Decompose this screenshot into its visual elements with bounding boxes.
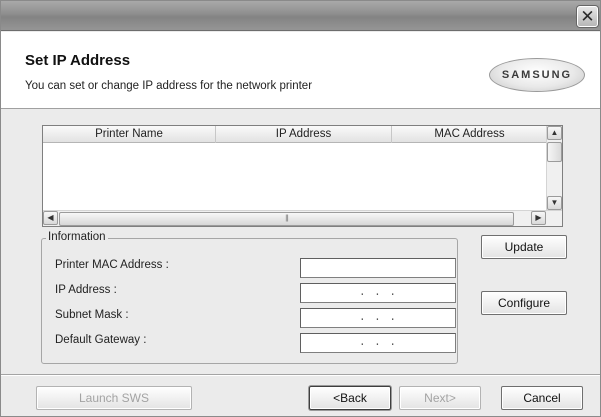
set-ip-address-dialog: ✕ Set IP Address You can set or change I… <box>0 0 601 417</box>
vertical-scroll-thumb[interactable] <box>547 142 562 162</box>
subnet-mask-label: Subnet Mask : <box>55 309 129 321</box>
vertical-scrollbar[interactable]: ▲ ▼ <box>546 126 562 211</box>
information-groupbox: Information Printer MAC Address : IP Add… <box>41 231 458 364</box>
cancel-button[interactable]: Cancel <box>501 386 583 410</box>
printer-list-table[interactable]: Printer Name IP Address MAC Address ▲ ▼ … <box>42 125 563 227</box>
scroll-down-arrow-icon[interactable]: ▼ <box>547 196 562 210</box>
scroll-up-arrow-icon[interactable]: ▲ <box>547 126 562 140</box>
column-header-mac-address[interactable]: MAC Address <box>392 126 548 143</box>
page-subtitle: You can set or change IP address for the… <box>25 80 313 92</box>
configure-button[interactable]: Configure <box>481 291 567 315</box>
footer-separator <box>1 374 600 376</box>
scroll-right-arrow-icon[interactable]: ▶ <box>531 211 546 225</box>
column-header-printer-name[interactable]: Printer Name <box>43 126 216 143</box>
close-icon: ✕ <box>580 7 595 26</box>
page-title: Set IP Address <box>25 52 131 69</box>
horizontal-scrollbar[interactable]: ◀ ||| ▶ <box>43 210 562 226</box>
column-header-ip-address[interactable]: IP Address <box>216 126 392 143</box>
launch-sws-button[interactable]: Launch SWS <box>36 386 192 410</box>
table-header: Printer Name IP Address MAC Address <box>43 126 548 143</box>
horizontal-scroll-thumb[interactable]: ||| <box>59 212 514 226</box>
ip-address-field[interactable]: . . . <box>300 283 456 303</box>
information-legend: Information <box>46 231 108 243</box>
next-button[interactable]: Next> <box>399 386 481 410</box>
update-button[interactable]: Update <box>481 235 567 259</box>
close-button[interactable]: ✕ <box>577 6 598 27</box>
dialog-header: Set IP Address You can set or change IP … <box>1 32 600 109</box>
scroll-left-arrow-icon[interactable]: ◀ <box>43 211 58 225</box>
content-panel: Printer Name IP Address MAC Address ▲ ▼ … <box>28 117 582 364</box>
ip-address-label: IP Address : <box>55 284 117 296</box>
subnet-mask-field[interactable]: . . . <box>300 308 456 328</box>
default-gateway-field[interactable]: . . . <box>300 333 456 353</box>
back-button[interactable]: <Back <box>309 386 391 410</box>
printer-mac-address-label: Printer MAC Address : <box>55 259 169 271</box>
samsung-logo: SAMSUNG <box>489 58 585 92</box>
default-gateway-label: Default Gateway : <box>55 334 147 346</box>
title-bar[interactable]: ✕ <box>1 1 600 31</box>
printer-mac-address-field[interactable] <box>300 258 456 278</box>
